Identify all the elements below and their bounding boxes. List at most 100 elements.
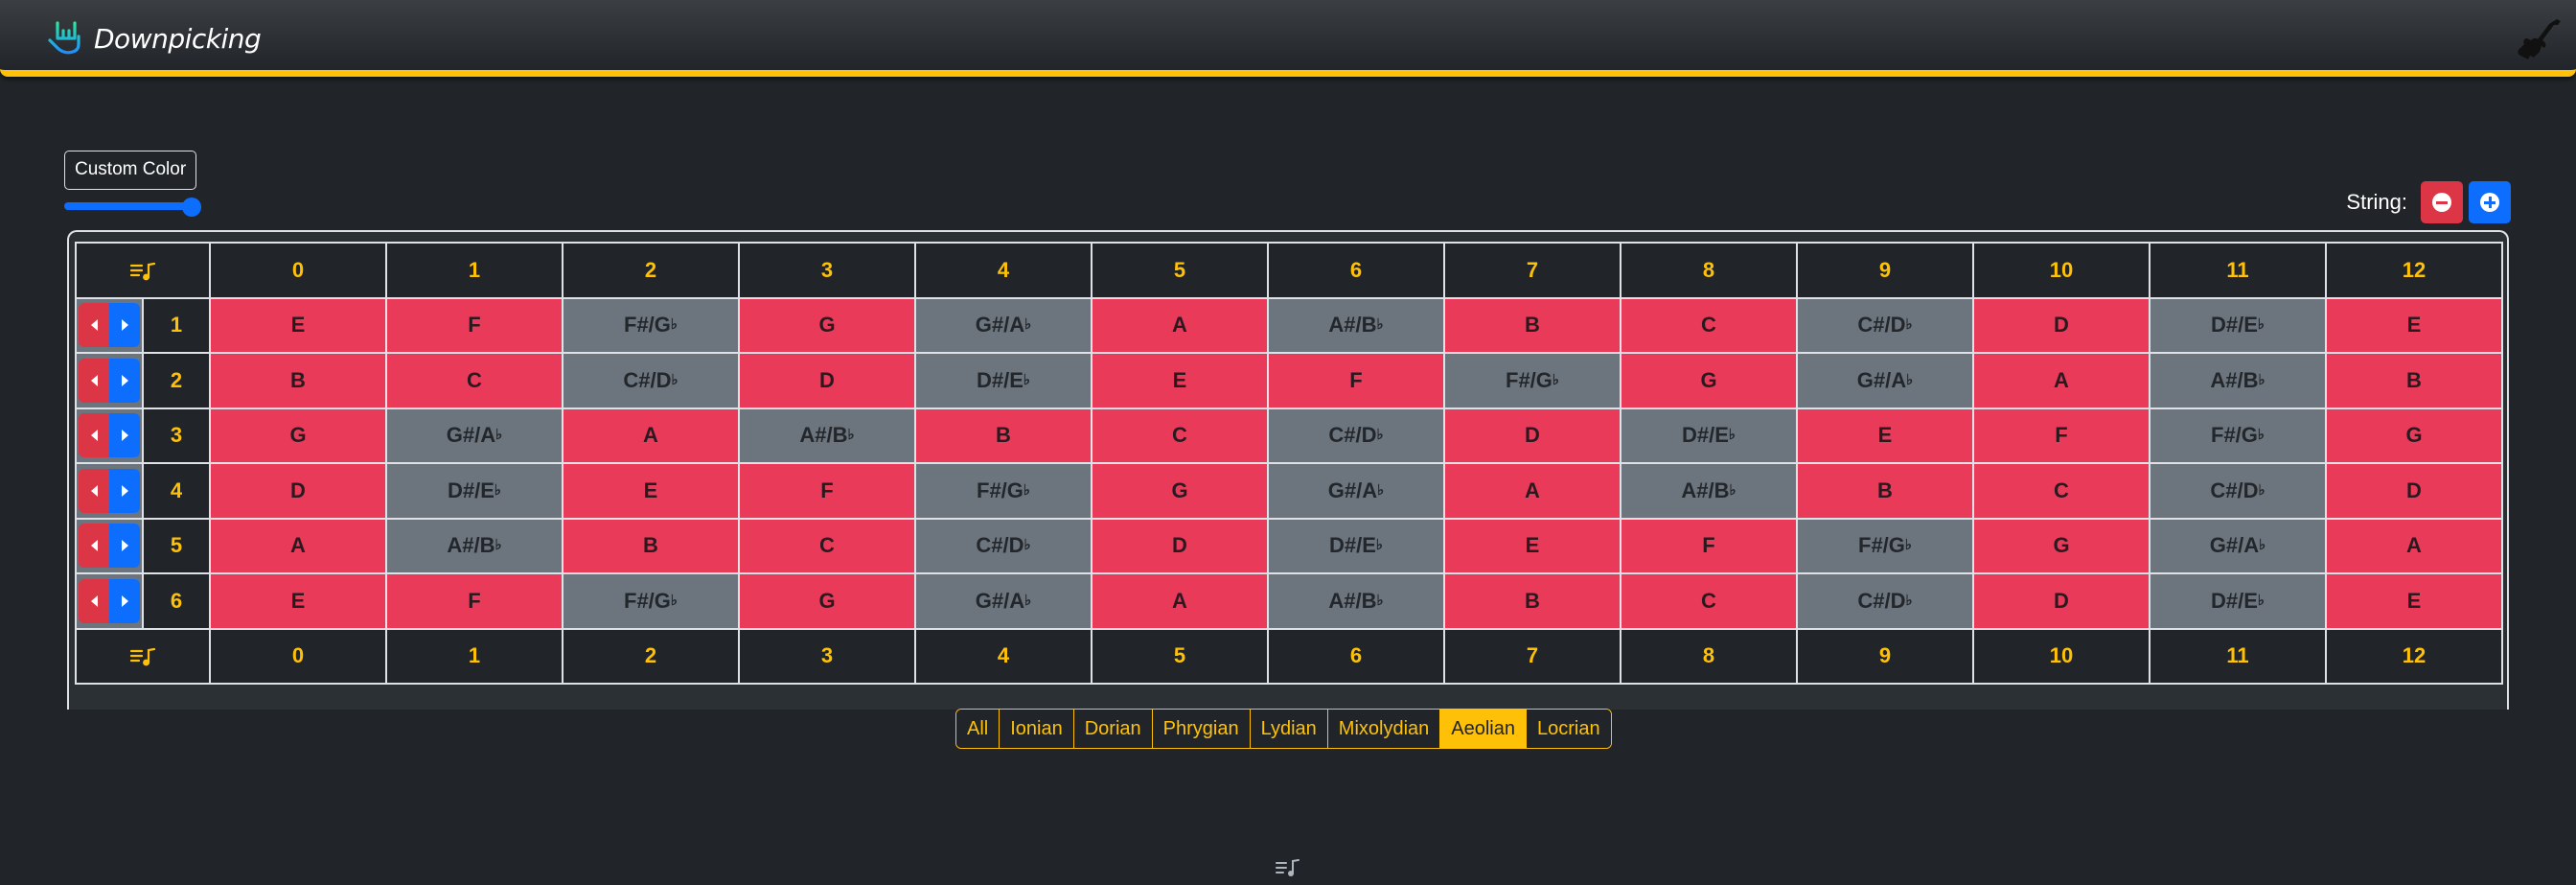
tune-down-button[interactable]: [79, 468, 109, 513]
slider-thumb[interactable]: [182, 198, 201, 217]
note-cell-in-scale[interactable]: E: [209, 296, 387, 354]
note-cell[interactable]: F#/G♭: [1443, 352, 1622, 409]
note-cell-in-scale[interactable]: F: [1267, 352, 1445, 409]
note-cell-in-scale[interactable]: G: [738, 572, 916, 630]
tune-down-button[interactable]: [79, 303, 109, 348]
note-cell-in-scale[interactable]: D: [1443, 407, 1622, 464]
note-cell-in-scale[interactable]: A: [2325, 517, 2503, 574]
tune-down-button[interactable]: [79, 358, 109, 403]
note-cell-in-scale[interactable]: E: [1796, 407, 1974, 464]
note-cell-in-scale[interactable]: G: [2325, 407, 2503, 464]
tune-up-button[interactable]: [109, 468, 140, 513]
note-cell[interactable]: A#/B♭: [1620, 462, 1798, 520]
note-cell[interactable]: A#/B♭: [2149, 352, 2327, 409]
note-cell-in-scale[interactable]: B: [209, 352, 387, 409]
note-cell-in-scale[interactable]: D: [2325, 462, 2503, 520]
string-order-toggle[interactable]: [75, 627, 211, 685]
note-cell-in-scale[interactable]: A: [1443, 462, 1622, 520]
note-cell[interactable]: G#/A♭: [1267, 462, 1445, 520]
note-cell-in-scale[interactable]: C: [738, 517, 916, 574]
mode-button-all[interactable]: All: [956, 710, 1000, 748]
tune-up-button[interactable]: [109, 413, 140, 458]
note-cell-in-scale[interactable]: G: [1620, 352, 1798, 409]
note-cell-in-scale[interactable]: F: [385, 572, 564, 630]
note-cell-in-scale[interactable]: E: [2325, 296, 2503, 354]
brand-link[interactable]: Downpicking: [46, 17, 262, 59]
note-cell[interactable]: F#/G♭: [2149, 407, 2327, 464]
note-cell[interactable]: C#/D♭: [914, 517, 1092, 574]
note-cell-in-scale[interactable]: F: [385, 296, 564, 354]
note-cell[interactable]: C#/D♭: [1796, 296, 1974, 354]
mode-button-lydian[interactable]: Lydian: [1249, 710, 1327, 748]
note-cell-in-scale[interactable]: F: [738, 462, 916, 520]
note-cell[interactable]: G#/A♭: [1796, 352, 1974, 409]
mode-button-locrian[interactable]: Locrian: [1526, 710, 1611, 748]
color-slider[interactable]: [64, 198, 202, 217]
note-cell-in-scale[interactable]: A: [209, 517, 387, 574]
guitar-icon[interactable]: [2509, 13, 2563, 63]
note-cell[interactable]: A#/B♭: [385, 517, 564, 574]
note-cell-in-scale[interactable]: E: [1443, 517, 1622, 574]
note-cell[interactable]: C#/D♭: [1796, 572, 1974, 630]
note-cell[interactable]: G#/A♭: [914, 572, 1092, 630]
note-cell-in-scale[interactable]: D: [1972, 296, 2150, 354]
note-cell-in-scale[interactable]: B: [1443, 296, 1622, 354]
add-string-button[interactable]: [2469, 181, 2511, 223]
mode-button-phrygian[interactable]: Phrygian: [1151, 710, 1250, 748]
note-cell[interactable]: D#/E♭: [2149, 296, 2327, 354]
note-cell-in-scale[interactable]: D: [1972, 572, 2150, 630]
note-cell-in-scale[interactable]: G: [1972, 517, 2150, 574]
note-cell-in-scale[interactable]: B: [1443, 572, 1622, 630]
note-cell[interactable]: D#/E♭: [1267, 517, 1445, 574]
note-cell[interactable]: C#/D♭: [562, 352, 740, 409]
note-cell-in-scale[interactable]: B: [2325, 352, 2503, 409]
note-cell-in-scale[interactable]: A: [1091, 296, 1269, 354]
note-cell-in-scale[interactable]: G: [209, 407, 387, 464]
mode-button-aeolian[interactable]: Aeolian: [1439, 710, 1526, 748]
note-cell[interactable]: C#/D♭: [2149, 462, 2327, 520]
note-cell-in-scale[interactable]: C: [1620, 572, 1798, 630]
note-cell[interactable]: C#/D♭: [1267, 407, 1445, 464]
note-cell[interactable]: G#/A♭: [2149, 517, 2327, 574]
tune-up-button[interactable]: [109, 524, 140, 569]
note-cell[interactable]: A#/B♭: [738, 407, 916, 464]
note-cell-in-scale[interactable]: A: [562, 407, 740, 464]
tune-down-button[interactable]: [79, 524, 109, 569]
note-cell[interactable]: G#/A♭: [914, 296, 1092, 354]
note-cell-in-scale[interactable]: D: [738, 352, 916, 409]
tune-up-button[interactable]: [109, 303, 140, 348]
note-cell-in-scale[interactable]: D: [1091, 517, 1269, 574]
note-cell[interactable]: G#/A♭: [385, 407, 564, 464]
note-cell-in-scale[interactable]: C: [1972, 462, 2150, 520]
note-cell[interactable]: D#/E♭: [1620, 407, 1798, 464]
note-cell[interactable]: D#/E♭: [385, 462, 564, 520]
tune-up-button[interactable]: [109, 358, 140, 403]
tune-down-button[interactable]: [79, 578, 109, 623]
note-cell-in-scale[interactable]: B: [562, 517, 740, 574]
note-cell-in-scale[interactable]: A: [1972, 352, 2150, 409]
custom-color-button[interactable]: Custom Color: [64, 151, 197, 190]
note-cell[interactable]: A#/B♭: [1267, 296, 1445, 354]
note-cell-in-scale[interactable]: E: [562, 462, 740, 520]
note-cell-in-scale[interactable]: E: [209, 572, 387, 630]
note-cell[interactable]: F#/G♭: [562, 572, 740, 630]
string-order-toggle[interactable]: [75, 242, 211, 299]
note-cell-in-scale[interactable]: G: [1091, 462, 1269, 520]
mode-button-mixolydian[interactable]: Mixolydian: [1326, 710, 1440, 748]
note-cell-in-scale[interactable]: G: [738, 296, 916, 354]
note-cell-in-scale[interactable]: A: [1091, 572, 1269, 630]
note-cell-in-scale[interactable]: F: [1972, 407, 2150, 464]
note-cell-in-scale[interactable]: E: [1091, 352, 1269, 409]
note-cell[interactable]: F#/G♭: [562, 296, 740, 354]
note-cell-in-scale[interactable]: B: [914, 407, 1092, 464]
tune-down-button[interactable]: [79, 413, 109, 458]
note-cell[interactable]: D#/E♭: [914, 352, 1092, 409]
note-cell-in-scale[interactable]: F: [1620, 517, 1798, 574]
note-cell[interactable]: A#/B♭: [1267, 572, 1445, 630]
mode-button-ionian[interactable]: Ionian: [999, 710, 1073, 748]
note-cell[interactable]: D#/E♭: [2149, 572, 2327, 630]
note-cell-in-scale[interactable]: D: [209, 462, 387, 520]
note-cell[interactable]: F#/G♭: [1796, 517, 1974, 574]
note-cell-in-scale[interactable]: C: [1091, 407, 1269, 464]
note-cell[interactable]: F#/G♭: [914, 462, 1092, 520]
